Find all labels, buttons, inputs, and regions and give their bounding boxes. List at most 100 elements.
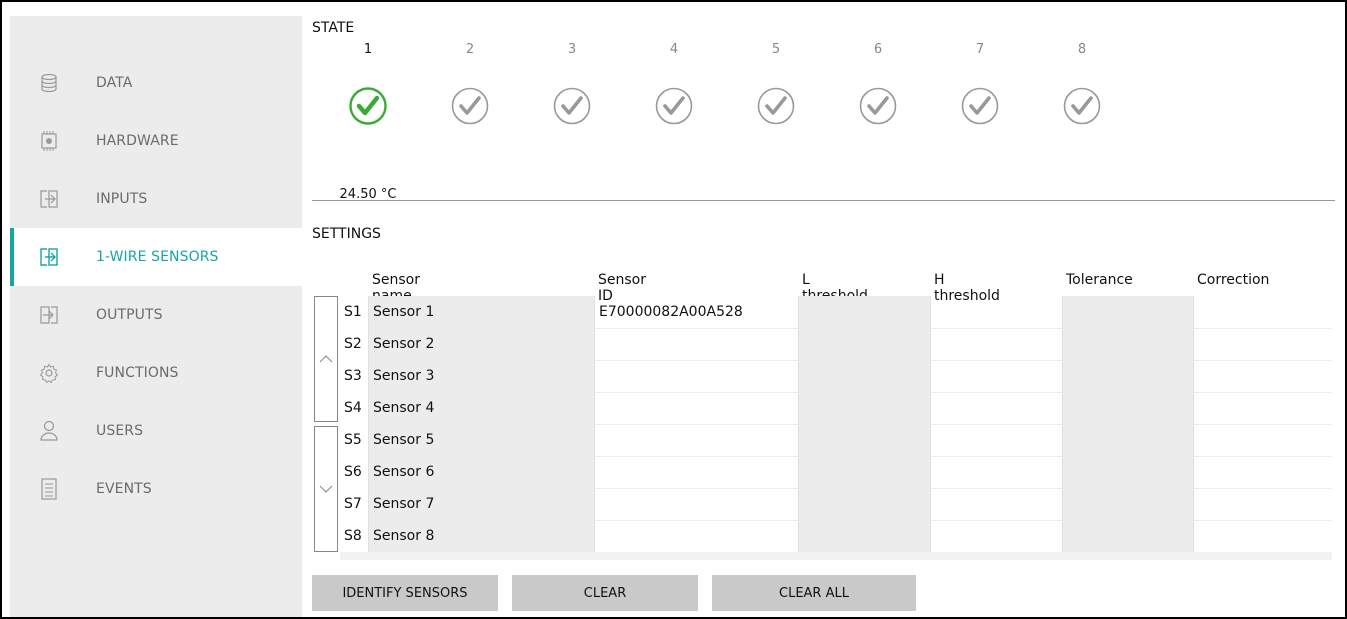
h-threshold-cell[interactable] (930, 392, 1062, 424)
sidebar-item-functions[interactable]: FUNCTIONS (10, 344, 302, 402)
l-threshold-cell[interactable] (798, 392, 930, 424)
sidebar-item-label: DATA (96, 75, 133, 91)
sensor-id-cell[interactable] (594, 424, 798, 456)
column-header: Correction (1197, 272, 1270, 288)
sensor-name-cell[interactable]: Sensor 3 (368, 360, 594, 392)
l-threshold-cell[interactable] (798, 360, 930, 392)
state-sensor-1: 1 24.50 °C (338, 40, 398, 202)
check-inactive-icon (654, 86, 694, 130)
tolerance-cell[interactable] (1062, 424, 1193, 456)
main-panel: STATE 124.50 °C2345678 SETTINGS Sensor n… (302, 16, 1345, 617)
sensor-icon (38, 246, 60, 268)
l-threshold-cell[interactable] (798, 424, 930, 456)
state-sensor-number: 6 (873, 42, 883, 57)
h-threshold-cell[interactable] (930, 456, 1062, 488)
table-row[interactable]: S6 Sensor 6 (340, 456, 1332, 489)
h-threshold-cell[interactable] (930, 488, 1062, 520)
row-index: S7 (340, 488, 368, 520)
tolerance-cell[interactable] (1062, 296, 1193, 328)
tolerance-cell[interactable] (1062, 520, 1193, 552)
sensor-id-cell[interactable] (594, 456, 798, 488)
l-threshold-cell[interactable] (798, 520, 930, 552)
check-active-icon (348, 86, 388, 130)
sensor-id-cell[interactable] (594, 360, 798, 392)
h-threshold-cell[interactable] (930, 520, 1062, 552)
sensor-name-cell[interactable]: Sensor 4 (368, 392, 594, 424)
sidebar-item-hardware[interactable]: HARDWARE (10, 112, 302, 170)
correction-cell[interactable] (1193, 520, 1332, 552)
table-row[interactable]: S3 Sensor 3 (340, 360, 1332, 393)
table-row[interactable]: S7 Sensor 7 (340, 488, 1332, 521)
sensor-name-cell[interactable]: Sensor 6 (368, 456, 594, 488)
table-row[interactable]: S4 Sensor 4 (340, 392, 1332, 425)
sensor-id-cell[interactable] (594, 488, 798, 520)
row-index: S6 (340, 456, 368, 488)
state-sensor-4: 4 (644, 40, 704, 125)
divider (312, 200, 1335, 201)
correction-cell[interactable] (1193, 296, 1332, 328)
state-sensor-number: 7 (975, 42, 985, 57)
correction-cell[interactable] (1193, 488, 1332, 520)
correction-cell[interactable] (1193, 456, 1332, 488)
l-threshold-cell[interactable] (798, 328, 930, 360)
correction-cell[interactable] (1193, 392, 1332, 424)
state-title: STATE (312, 20, 355, 36)
correction-cell[interactable] (1193, 424, 1332, 456)
sidebar-item-1-wire-sensors[interactable]: 1-WIRE SENSORS (10, 228, 302, 286)
state-sensor-2: 2 (440, 40, 500, 125)
table-row[interactable]: S5 Sensor 5 (340, 424, 1332, 457)
correction-cell[interactable] (1193, 328, 1332, 360)
scroll-down-button[interactable] (314, 426, 338, 552)
state-sensor-number: 3 (567, 42, 577, 57)
clear-all-button[interactable]: CLEAR ALL (712, 575, 916, 611)
sensor-id-cell[interactable] (594, 328, 798, 360)
sensor-name-cell[interactable]: Sensor 1 (368, 296, 594, 328)
row-index: S3 (340, 360, 368, 392)
sidebar-item-inputs[interactable]: INPUTS (10, 170, 302, 228)
sidebar-item-data[interactable]: DATA (10, 54, 302, 112)
sensor-name-cell[interactable]: Sensor 7 (368, 488, 594, 520)
l-threshold-cell[interactable] (798, 296, 930, 328)
sensor-name-cell[interactable]: Sensor 8 (368, 520, 594, 552)
tolerance-cell[interactable] (1062, 392, 1193, 424)
identify-sensors-button[interactable]: IDENTIFY SENSORS (312, 575, 498, 611)
sidebar-item-label: FUNCTIONS (96, 365, 179, 381)
horizontal-scrollbar[interactable] (340, 552, 1332, 560)
tolerance-cell[interactable] (1062, 360, 1193, 392)
state-sensor-5: 5 (746, 40, 806, 125)
h-threshold-cell[interactable] (930, 296, 1062, 328)
sensor-id-cell[interactable]: E70000082A00A528 (594, 296, 798, 328)
h-threshold-cell[interactable] (930, 360, 1062, 392)
table-row[interactable]: S1 Sensor 1 E70000082A00A528 (340, 296, 1332, 329)
row-index: S8 (340, 520, 368, 552)
clear-button[interactable]: CLEAR (512, 575, 698, 611)
settings-title: SETTINGS (312, 226, 381, 242)
l-threshold-cell[interactable] (798, 456, 930, 488)
chevron-down-icon (319, 485, 333, 493)
l-threshold-cell[interactable] (798, 488, 930, 520)
table-row[interactable]: S8 Sensor 8 (340, 520, 1332, 553)
row-index: S4 (340, 392, 368, 424)
sidebar-item-label: USERS (96, 423, 144, 439)
state-sensor-number: 5 (771, 42, 781, 57)
h-threshold-cell[interactable] (930, 328, 1062, 360)
sidebar-item-outputs[interactable]: OUTPUTS (10, 286, 302, 344)
sensor-name-cell[interactable]: Sensor 5 (368, 424, 594, 456)
sensor-name-cell[interactable]: Sensor 2 (368, 328, 594, 360)
tolerance-cell[interactable] (1062, 456, 1193, 488)
sidebar-item-label: OUTPUTS (96, 307, 163, 323)
tolerance-cell[interactable] (1062, 328, 1193, 360)
sidebar-item-users[interactable]: USERS (10, 402, 302, 460)
scroll-up-button[interactable] (314, 296, 338, 422)
table-row[interactable]: S2 Sensor 2 (340, 328, 1332, 361)
sidebar-item-label: HARDWARE (96, 133, 179, 149)
tolerance-cell[interactable] (1062, 488, 1193, 520)
state-sensor-number: 4 (669, 42, 679, 57)
sidebar-item-events[interactable]: EVENTS (10, 460, 302, 518)
h-threshold-cell[interactable] (930, 424, 1062, 456)
sensor-id-cell[interactable] (594, 392, 798, 424)
state-sensor-3: 3 (542, 40, 602, 125)
sensor-id-cell[interactable] (594, 520, 798, 552)
correction-cell[interactable] (1193, 360, 1332, 392)
user-icon (38, 420, 60, 442)
